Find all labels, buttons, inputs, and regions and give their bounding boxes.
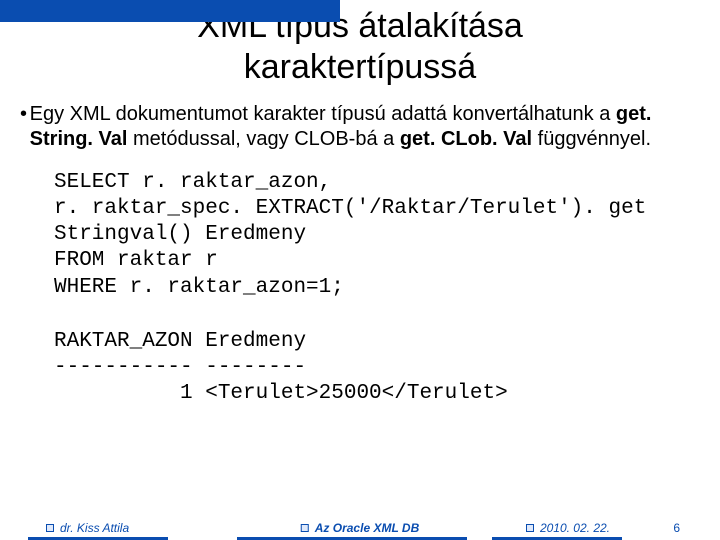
footer-page-number: 6 [673,521,680,535]
slide-footer: dr. Kiss Attila Az Oracle XML DB 2010. 0… [0,518,720,540]
bullet-marker: • [20,102,30,152]
bullet-item: • Egy XML dokumentumot karakter típusú a… [20,102,700,152]
footer-ornament-icon [46,524,54,532]
footer-title-text: Az Oracle XML DB [315,521,419,535]
footer-ornament-icon [526,524,534,532]
sql-output-block: RAKTAR_AZON Eredmeny ----------- -------… [54,329,700,408]
footer-ornament-icon [301,524,309,532]
bullet-text-pre: Egy XML dokumentumot karakter típusú ada… [30,103,616,125]
footer-date-text: 2010. 02. 22. [540,521,610,535]
footer-author-text: dr. Kiss Attila [60,521,129,535]
method-getclobval: get. CLob. Val [400,128,532,150]
bullet-text: Egy XML dokumentumot karakter típusú ada… [30,102,700,152]
footer-date: 2010. 02. 22. [526,521,610,535]
footer-title: Az Oracle XML DB [301,521,419,535]
slide-accent-bar [0,0,340,22]
bullet-text-post: függvénnyel. [532,128,651,150]
title-line-2: karaktertípussá [244,48,476,86]
footer-author: dr. Kiss Attila [46,521,129,535]
sql-code-block: SELECT r. raktar_azon, r. raktar_spec. E… [54,170,700,301]
bullet-text-mid: metódussal, vagy CLOB-bá a [127,128,399,150]
slide-body: • Egy XML dokumentumot karakter típusú a… [0,88,720,408]
